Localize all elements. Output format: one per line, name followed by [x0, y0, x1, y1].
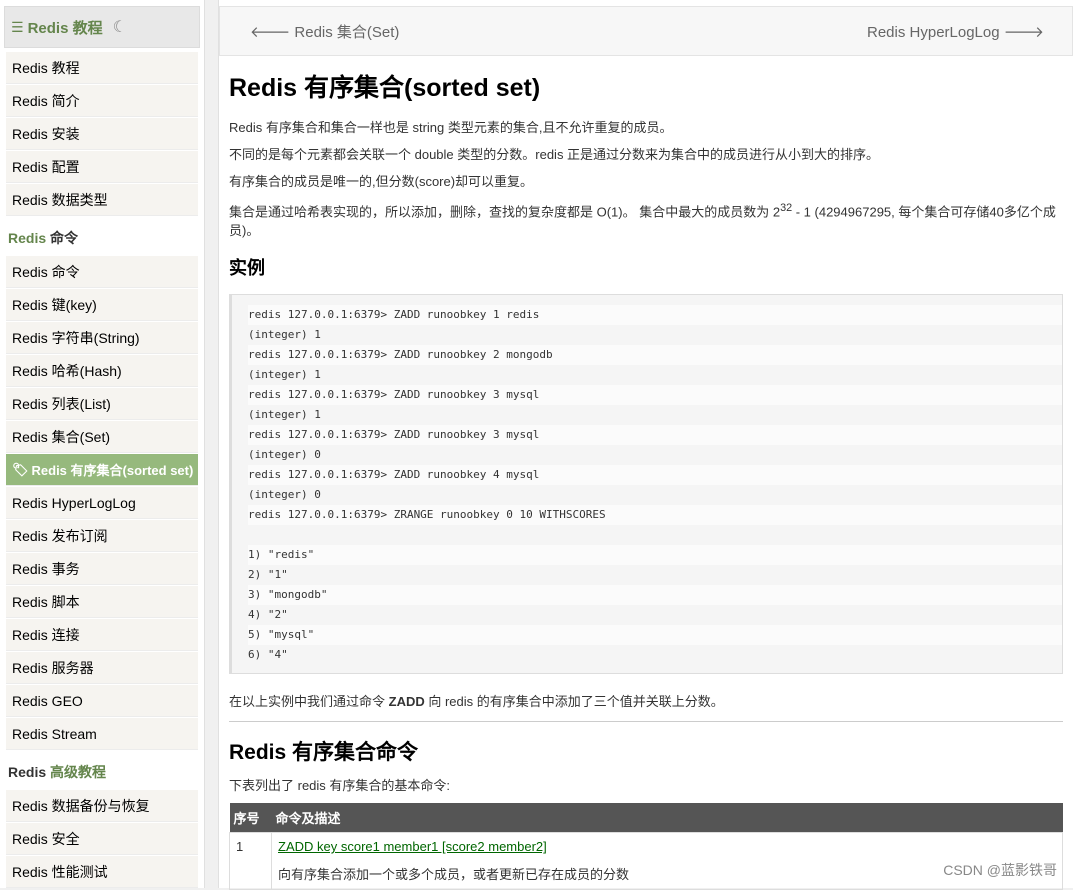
prev-link[interactable]: 🡐 Redis 集合(Set) [250, 21, 399, 42]
sidebar-item[interactable]: Redis 事务 [6, 553, 198, 585]
code-line: 1) "redis" [248, 545, 1062, 566]
sidebar-item-label: Redis 列表(List) [12, 395, 111, 412]
sidebar-item[interactable]: Redis 连接 [6, 619, 198, 651]
sidebar-item-label: Redis 发布订阅 [12, 527, 108, 544]
sidebar-item-label: Redis 教程 [12, 59, 80, 76]
code-line: redis 127.0.0.1:6379> ZADD runoobkey 1 r… [248, 305, 1062, 326]
sidebar-title[interactable]: Redis 教程 [28, 17, 103, 38]
next-link[interactable]: Redis HyperLogLog 🡒 [867, 22, 1044, 41]
sidebar-item[interactable]: Redis 性能测试 [6, 856, 198, 888]
sidebar-item-label: Redis 服务器 [12, 659, 94, 676]
command-description: 向有序集合添加一个或多个成员，或者更新已存在成员的分数 [278, 867, 630, 883]
sidebar-item[interactable]: Redis 脚本 [6, 586, 198, 618]
paragraph-3: 有序集合的成员是唯一的,但分数(score)却可以重复。 [229, 174, 534, 189]
commands-title: Redis 有序集合命令 [229, 741, 419, 765]
paragraph-2: 不同的是每个元素都会关联一个 double 类型的分数。redis 正是通过分数… [229, 147, 880, 162]
sidebar-item-label: Redis 键(key) [12, 296, 97, 313]
code-line: redis 127.0.0.1:6379> ZRANGE runoobkey 0… [248, 505, 1062, 526]
example-heading: 实例 [229, 258, 265, 279]
commands-table: 序号 命令及描述 1 ZADD key score1 member1 [score… [229, 803, 1063, 890]
paragraph-4: 集合是通过哈希表实现的，所以添加，删除，查找的复杂度都是 O(1)。 集合中最大… [229, 202, 1056, 239]
arrow-left-icon: 🡐 [250, 23, 291, 41]
sidebar-item-label: Redis 命令 [12, 263, 80, 280]
sidebar-item[interactable]: Redis 键(key) [6, 289, 198, 321]
table-header-cmd: 命令及描述 [271, 803, 1063, 833]
sidebar-item-label: Redis 连接 [12, 626, 80, 643]
code-line: (integer) 0 [248, 448, 321, 462]
code-line: 4) "2" [248, 608, 288, 622]
sidebar-item-label: Redis Stream [12, 725, 97, 742]
prev-next-nav: 🡐 Redis 集合(Set) Redis HyperLogLog 🡒 [219, 6, 1073, 56]
sidebar-item[interactable]: Redis 安装 [6, 118, 198, 150]
sidebar-item[interactable]: 🏷 Redis 有序集合(sorted set) [6, 454, 198, 486]
code-line: 5) "mysql" [248, 625, 1062, 646]
sidebar-item-label: Redis 安全 [12, 830, 80, 847]
sidebar-item-label: Redis 有序集合(sorted set) [31, 463, 194, 478]
sidebar-item-label: Redis 字符串(String) [12, 329, 140, 346]
sidebar-item[interactable]: Redis 命令 [6, 256, 198, 288]
sidebar-item[interactable]: Redis 服务器 [6, 652, 198, 684]
code-line: 3) "mongodb" [248, 585, 1062, 606]
example-explanation: 在以上实例中我们通过命令 ZADD 向 redis 的有序集合中添加了三个值并关… [229, 694, 724, 710]
sidebar-item-label: Redis 脚本 [12, 593, 80, 610]
sidebar-item-label: Redis GEO [12, 692, 83, 709]
command-link[interactable]: ZADD key score1 member1 [score2 member2] [278, 839, 547, 854]
sidebar-item-label: Redis 配置 [12, 158, 80, 175]
sidebar-item[interactable]: Redis 数据类型 [6, 184, 198, 216]
sidebar-item[interactable]: Redis Stream [6, 718, 198, 750]
code-line: (integer) 1 [248, 328, 321, 342]
sidebar-item[interactable]: Redis 教程 [6, 52, 198, 84]
watermark: CSDN @蓝影铁哥 [943, 862, 1057, 878]
sidebar-item[interactable]: Redis 简介 [6, 85, 198, 117]
code-line: (integer) 1 [248, 368, 321, 382]
sidebar: ☰ Redis 教程 ☾ Redis 教程 Redis 简介 Redis 安装 Red… [0, 0, 205, 888]
table-cell-num: 1 [229, 832, 272, 890]
code-block: redis 127.0.0.1:6379> ZADD runoobkey 1 r… [229, 294, 1063, 675]
sidebar-item[interactable]: Redis 数据备份与恢复 [6, 790, 198, 822]
sidebar-item-label: Redis 哈希(Hash) [12, 362, 122, 379]
sidebar-item[interactable]: Redis 哈希(Hash) [6, 355, 198, 387]
table-header-num: 序号 [229, 803, 272, 833]
code-line: 6) "4" [248, 648, 288, 662]
paragraph-1: Redis 有序集合和集合一样也是 string 类型元素的集合,且不允许重复的… [229, 120, 673, 135]
arrow-right-icon: 🡒 [1003, 23, 1044, 41]
sidebar-item-label: Redis HyperLogLog [12, 494, 136, 511]
sidebar-item[interactable]: Redis 列表(List) [6, 388, 198, 420]
sidebar-item[interactable]: Redis 字符串(String) [6, 322, 198, 354]
main-content: 🡐 Redis 集合(Set) Redis HyperLogLog 🡒 Redi… [218, 0, 1073, 890]
sidebar-item-label: Redis 集合(Set) [12, 428, 111, 445]
sidebar-item-label: Redis 性能测试 [12, 863, 108, 880]
list-icon[interactable]: ☰ [11, 19, 24, 36]
sidebar-item[interactable]: Redis 安全 [6, 823, 198, 855]
sidebar-header: ☰ Redis 教程 ☾ [4, 6, 200, 48]
sidebar-item[interactable]: Redis GEO [6, 685, 198, 717]
tag-icon: 🏷 [12, 461, 29, 477]
sidebar-item-label: Redis 简介 [12, 92, 80, 109]
code-line: (integer) 1 [248, 408, 321, 422]
divider [229, 721, 1063, 723]
sidebar-section-commands: Redis 命令 [8, 230, 79, 246]
sidebar-item[interactable]: Redis 配置 [6, 151, 198, 183]
sidebar-item[interactable]: Redis HyperLogLog [6, 487, 198, 519]
sidebar-item-label: Redis 事务 [12, 560, 80, 577]
code-line: (integer) 0 [248, 488, 321, 502]
code-line: redis 127.0.0.1:6379> ZADD runoobkey 3 m… [248, 425, 1062, 446]
sidebar-item[interactable]: Redis 发布订阅 [6, 520, 198, 552]
code-line: redis 127.0.0.1:6379> ZADD runoobkey 3 m… [248, 385, 1062, 406]
sidebar-item-label: Redis 数据类型 [12, 191, 108, 208]
table-row: 1 ZADD key score1 member1 [score2 member2… [229, 832, 1063, 890]
code-line: redis 127.0.0.1:6379> ZADD runoobkey 4 m… [248, 465, 1062, 486]
sidebar-item[interactable]: Redis 集合(Set) [6, 421, 198, 453]
sidebar-item-label: Redis 数据备份与恢复 [12, 797, 150, 814]
sidebar-item-label: Redis 安装 [12, 125, 80, 142]
page-title: Redis 有序集合(sorted set) [229, 74, 541, 102]
sidebar-section-advanced: Redis 高级教程 [8, 764, 107, 780]
moon-icon[interactable]: ☾ [113, 17, 127, 37]
code-line: redis 127.0.0.1:6379> ZADD runoobkey 2 m… [248, 345, 1062, 366]
commands-intro: 下表列出了 redis 有序集合的基本命令: [229, 778, 451, 794]
code-line: 2) "1" [248, 568, 288, 582]
